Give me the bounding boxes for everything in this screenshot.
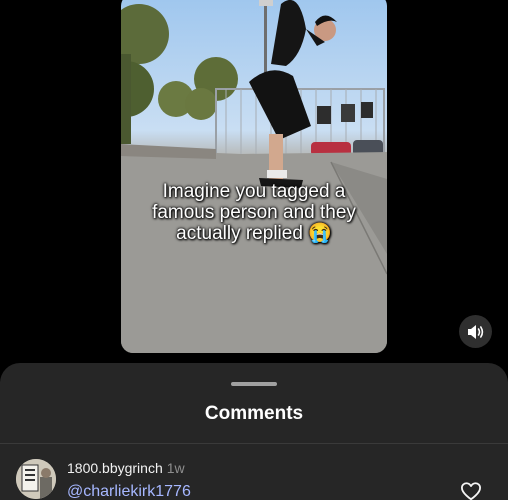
comment-username[interactable]: 1800.bbygrinch bbox=[67, 460, 163, 476]
comments-title: Comments bbox=[204, 403, 304, 424]
heart-icon[interactable] bbox=[460, 481, 482, 500]
video-frame bbox=[121, 0, 387, 353]
comment-item: 1800.bbygrinch 1w @charliekirk1776 bbox=[0, 455, 508, 500]
avatar[interactable] bbox=[16, 459, 56, 499]
sheet-drag-handle[interactable] bbox=[231, 382, 277, 386]
caption-line: famous person and they bbox=[152, 202, 356, 223]
video-player[interactable]: Imagine you tagged a famous person and t… bbox=[121, 0, 387, 353]
divider bbox=[0, 443, 508, 444]
video-caption: Imagine you tagged a famous person and t… bbox=[121, 181, 387, 244]
speaker-icon bbox=[467, 324, 483, 339]
comment-author[interactable]: 1800.bbygrinch 1w bbox=[67, 460, 185, 476]
comments-sheet: Comments 1800.bbygrinch 1w @charliekirk17… bbox=[0, 363, 508, 500]
comment-mention[interactable]: @charliekirk1776 bbox=[67, 483, 191, 500]
avatar-image bbox=[16, 459, 56, 499]
reel-screen: Imagine you tagged a famous person and t… bbox=[0, 0, 508, 500]
caption-line: Imagine you tagged a bbox=[162, 181, 346, 202]
comment-timestamp: 1w bbox=[166, 460, 185, 476]
caption-line: actually replied 😭 bbox=[176, 223, 332, 244]
sound-toggle-button[interactable] bbox=[459, 315, 492, 348]
